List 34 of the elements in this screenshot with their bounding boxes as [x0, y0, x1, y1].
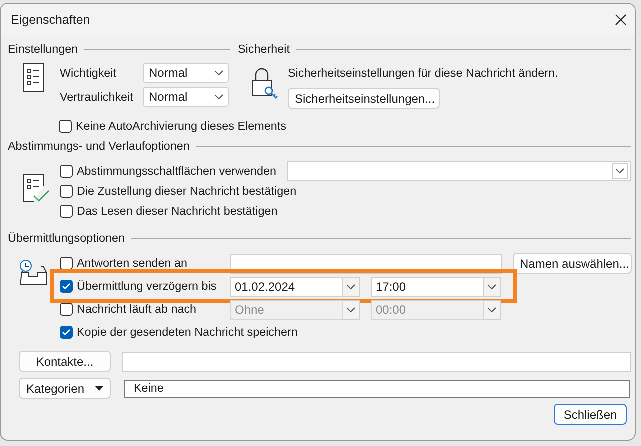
security-settings-button[interactable]: Sicherheitseinstellungen... [288, 88, 440, 109]
checkbox[interactable]: Die Zustellung dieser Nachricht bestätigen [60, 184, 297, 198]
select-names-button[interactable]: Namen auswählen... [513, 253, 632, 274]
lock-key-icon [251, 68, 279, 99]
checkbox[interactable]: Abstimmungsschaltflächen verwenden [60, 164, 276, 178]
dropdown[interactable]: Normal [143, 87, 229, 107]
group-heading: Einstellungen [8, 42, 78, 56]
group-heading: Sicherheit [238, 42, 290, 56]
security-text: Sicherheitseinstellungen für diese Nachricht ändern. [288, 67, 558, 80]
field-label: Wichtigkeit [60, 66, 118, 80]
chevron-down-icon[interactable] [343, 276, 360, 296]
close-button[interactable]: Schließen [554, 404, 627, 425]
contacts-button[interactable]: Kontakte... [19, 351, 111, 372]
group-heading: Übermittlungsoptionen [8, 232, 125, 244]
chevron-down-icon[interactable] [484, 276, 501, 296]
check-icon [62, 283, 71, 290]
dropdown[interactable]: Normal [143, 63, 229, 83]
contacts-field[interactable] [122, 352, 631, 372]
checkbox[interactable]: Keine AutoArchivierung dieses Elements [59, 120, 286, 132]
window-title: Eigenschaften [11, 13, 90, 27]
checkbox[interactable]: Übermittlung verzögern bis [60, 280, 217, 293]
checkbox[interactable]: Antworten senden an [60, 257, 188, 270]
check-icon [62, 329, 71, 336]
caret-icon [94, 386, 104, 391]
categories-field[interactable]: Keine [124, 380, 630, 398]
chevron-down-icon[interactable] [612, 163, 628, 179]
outbox-clock-icon [19, 260, 48, 285]
checkbox[interactable]: Kopie der gesendeten Nachricht speichern [60, 326, 298, 339]
group-heading: Abstimmungs- und Verlaufoptionen [8, 140, 190, 152]
checkbox[interactable]: Das Lesen dieser Nachricht bestätigen [60, 204, 278, 218]
categories-button[interactable]: Kategorien [19, 378, 111, 399]
close-icon[interactable] [615, 14, 627, 26]
checklist-icon [23, 174, 50, 203]
field-label: Vertraulichkeit [60, 90, 134, 104]
